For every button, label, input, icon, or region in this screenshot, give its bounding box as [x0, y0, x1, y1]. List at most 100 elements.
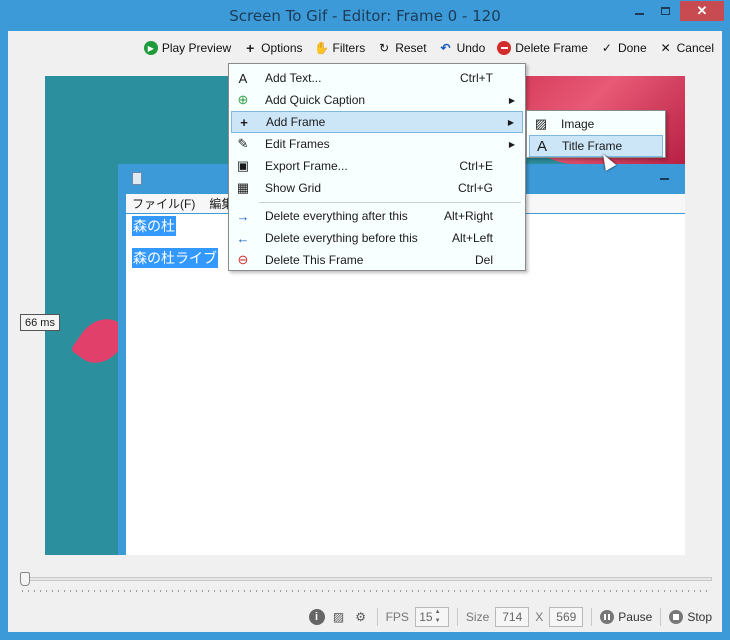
menu-item-label: Export Frame...	[265, 159, 348, 173]
notepad-text-line: 森の杜	[132, 216, 176, 236]
menu-item-add-text[interactable]: A Add Text... Ctrl+T	[231, 67, 523, 89]
width-field[interactable]: 714	[495, 607, 530, 627]
menu-item-export-frame[interactable]: ▣ Export Frame... Ctrl+E	[231, 155, 523, 177]
maximize-icon	[660, 7, 670, 15]
menu-item-label: Edit Frames	[265, 137, 330, 151]
menu-item-label: Add Text...	[265, 71, 322, 85]
notepad-icon	[132, 172, 142, 185]
menu-item-delete-after[interactable]: → Delete everything after this Alt+Right	[231, 205, 523, 227]
delete-frame-button[interactable]: Delete Frame	[497, 41, 588, 55]
play-icon: ▶	[143, 41, 158, 55]
menu-item-delete-before[interactable]: ← Delete everything before this Alt+Left	[231, 227, 523, 249]
fps-label: FPS	[385, 610, 409, 624]
menu-item-label: Title Frame	[562, 139, 623, 153]
close-button[interactable]: ✕	[680, 1, 724, 21]
notepad-text-line: 森の杜ライブ	[132, 248, 218, 268]
caption-icon: ⊕	[237, 92, 249, 107]
play-preview-button[interactable]: ▶ Play Preview	[143, 41, 232, 55]
height-field[interactable]: 569	[549, 607, 584, 627]
menu-item-label: Delete This Frame	[265, 253, 364, 267]
frame-timeline[interactable]	[20, 572, 712, 593]
submenu-item-image[interactable]: ▨ Image	[529, 113, 663, 135]
done-label: Done	[617, 41, 647, 55]
hand-icon: ✋	[314, 41, 330, 55]
size-label: Size	[465, 610, 490, 624]
reset-button[interactable]: ↻ Reset	[377, 41, 426, 55]
reset-icon: ↻	[379, 41, 390, 55]
close-icon: ✕	[660, 41, 671, 55]
options-label: Options	[261, 41, 303, 55]
status-divider	[660, 608, 662, 626]
plus-icon: +	[240, 114, 248, 130]
pause-button[interactable]: Pause	[600, 610, 652, 624]
menu-item-delete-this-frame[interactable]: ⊖ Delete This Frame Del	[231, 249, 523, 271]
menu-item-show-grid[interactable]: ▦ Show Grid Ctrl+G	[231, 177, 523, 199]
menu-item-add-frame[interactable]: + Add Frame ▶	[231, 111, 523, 133]
pause-label: Pause	[618, 610, 653, 624]
menu-item-shortcut: Del	[474, 253, 493, 267]
cancel-label: Cancel	[676, 41, 714, 55]
pencil-icon: ✎	[237, 136, 249, 151]
pause-icon	[600, 610, 615, 624]
image-icon: ▨	[534, 116, 548, 131]
export-icon: ▣	[236, 158, 250, 173]
undo-button[interactable]: ↶ Undo	[439, 41, 486, 55]
stop-label: Stop	[687, 610, 712, 624]
check-icon: ✓	[601, 41, 612, 55]
minimize-icon	[634, 13, 644, 15]
filters-label: Filters	[332, 41, 366, 55]
context-menu: A Add Text... Ctrl+T ⊕ Add Quick Caption…	[228, 63, 526, 271]
status-divider	[376, 608, 378, 626]
submenu-arrow-icon: ▶	[508, 95, 515, 105]
fps-value: 15	[419, 610, 433, 624]
notepad-menu-file: ファイル(F)	[132, 197, 196, 211]
done-button[interactable]: ✓ Done	[600, 41, 647, 55]
maximize-button[interactable]	[654, 1, 676, 21]
undo-icon: ↶	[440, 41, 451, 55]
menu-item-shortcut: Ctrl+T	[460, 71, 493, 85]
reset-label: Reset	[395, 41, 427, 55]
frame-delay-label: 66 ms	[20, 314, 60, 331]
menu-item-edit-frames[interactable]: ✎ Edit Frames ▶	[231, 133, 523, 155]
menu-item-label: Show Grid	[265, 181, 322, 195]
gear-icon[interactable]: ⚙	[353, 609, 369, 625]
arrow-left-icon: ←	[236, 230, 250, 246]
info-icon[interactable]: i	[308, 609, 325, 625]
stop-button[interactable]: Stop	[669, 610, 712, 624]
title-bar[interactable]: Screen To Gif - Editor: Frame 0 - 120 ✕	[0, 0, 730, 31]
fps-stepper[interactable]: 15 ▲ ▼	[414, 607, 449, 627]
text-icon: A	[536, 137, 547, 155]
window-title: Screen To Gif - Editor: Frame 0 - 120	[229, 7, 501, 25]
status-bar: i ▨ ⚙ FPS 15 ▲ ▼ Size 714 X 569 Pause Sto…	[8, 603, 722, 631]
menu-separator	[259, 202, 521, 203]
submenu-arrow-icon: ▶	[508, 139, 515, 149]
delete-frame-label: Delete Frame	[515, 41, 588, 55]
filters-button[interactable]: ✋ Filters	[314, 41, 366, 55]
fps-spin-icon[interactable]: ▲ ▼	[435, 608, 445, 626]
submenu-arrow-icon: ▶	[507, 117, 514, 127]
delete-icon	[497, 41, 512, 55]
menu-item-shortcut: Ctrl+E	[459, 159, 493, 173]
minimize-button[interactable]	[628, 1, 650, 21]
menu-item-shortcut: Ctrl+G	[457, 181, 493, 195]
undo-label: Undo	[456, 41, 486, 55]
image-icon[interactable]: ▨	[331, 609, 347, 625]
play-preview-label: Play Preview	[161, 41, 232, 55]
size-x-label: X	[535, 610, 544, 624]
toolbar: ▶ Play Preview + Options ✋ Filters ↻ Res…	[8, 31, 722, 65]
submenu-item-title-frame[interactable]: A Title Frame	[529, 135, 663, 157]
options-button[interactable]: + Options	[243, 40, 303, 56]
arrow-right-icon: →	[236, 208, 250, 224]
grid-icon: ▦	[236, 180, 250, 195]
text-icon: A	[238, 70, 248, 86]
add-frame-submenu: ▨ Image A Title Frame	[526, 110, 666, 158]
menu-item-label: Delete everything after this	[265, 209, 408, 223]
timeline-ticks	[22, 590, 710, 592]
timeline-track[interactable]	[20, 577, 712, 581]
plus-icon: +	[246, 40, 255, 56]
cancel-button[interactable]: ✕ Cancel	[659, 41, 714, 55]
notepad-minimize-icon	[660, 178, 669, 180]
timeline-slider-thumb[interactable]	[20, 572, 30, 586]
menu-item-add-quick-caption[interactable]: ⊕ Add Quick Caption ▶	[231, 89, 523, 111]
status-divider	[456, 608, 458, 626]
